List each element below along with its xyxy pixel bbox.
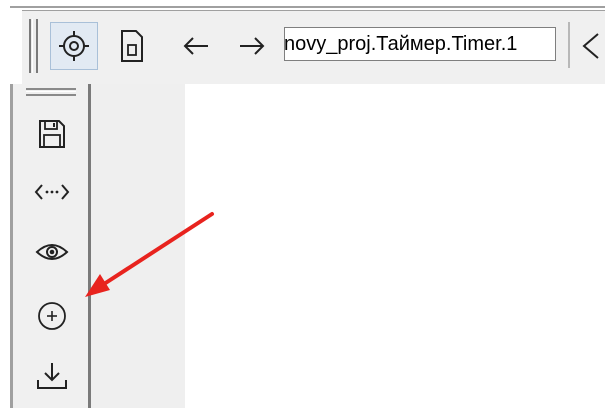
download-button[interactable] — [30, 354, 74, 398]
add-button[interactable] — [30, 294, 74, 338]
toolbar-separator — [568, 22, 570, 68]
arrow-right-icon — [238, 36, 266, 56]
app-window: novy_proj.Таймер.Timer.1 — [0, 0, 605, 408]
view-button[interactable] — [30, 230, 74, 274]
add-circle-icon — [36, 300, 68, 332]
top-border — [10, 6, 605, 8]
download-icon — [35, 360, 69, 392]
toolbar-grip-handle[interactable] — [29, 19, 38, 73]
back-button[interactable] — [172, 22, 220, 70]
locate-button[interactable] — [50, 22, 98, 70]
object-path-field[interactable]: novy_proj.Таймер.Timer.1 — [284, 27, 556, 61]
object-path-text: novy_proj.Таймер.Timer.1 — [284, 32, 518, 55]
forward-button[interactable] — [228, 22, 276, 70]
save-icon — [37, 118, 67, 150]
eye-icon — [35, 241, 69, 263]
panel-gutter — [91, 84, 185, 408]
source-code-button[interactable] — [30, 170, 74, 214]
document-icon — [119, 29, 145, 63]
sidebar-left-border — [10, 84, 13, 408]
arrow-left-icon — [182, 36, 210, 56]
sidebar-grip-handle[interactable] — [26, 88, 76, 96]
code-icon — [34, 182, 70, 202]
collapse-button[interactable] — [576, 22, 605, 70]
editor-canvas[interactable] — [185, 84, 605, 408]
document-button[interactable] — [108, 22, 156, 70]
target-icon — [57, 29, 91, 63]
save-button[interactable] — [30, 112, 74, 156]
chevron-left-icon — [576, 31, 602, 61]
